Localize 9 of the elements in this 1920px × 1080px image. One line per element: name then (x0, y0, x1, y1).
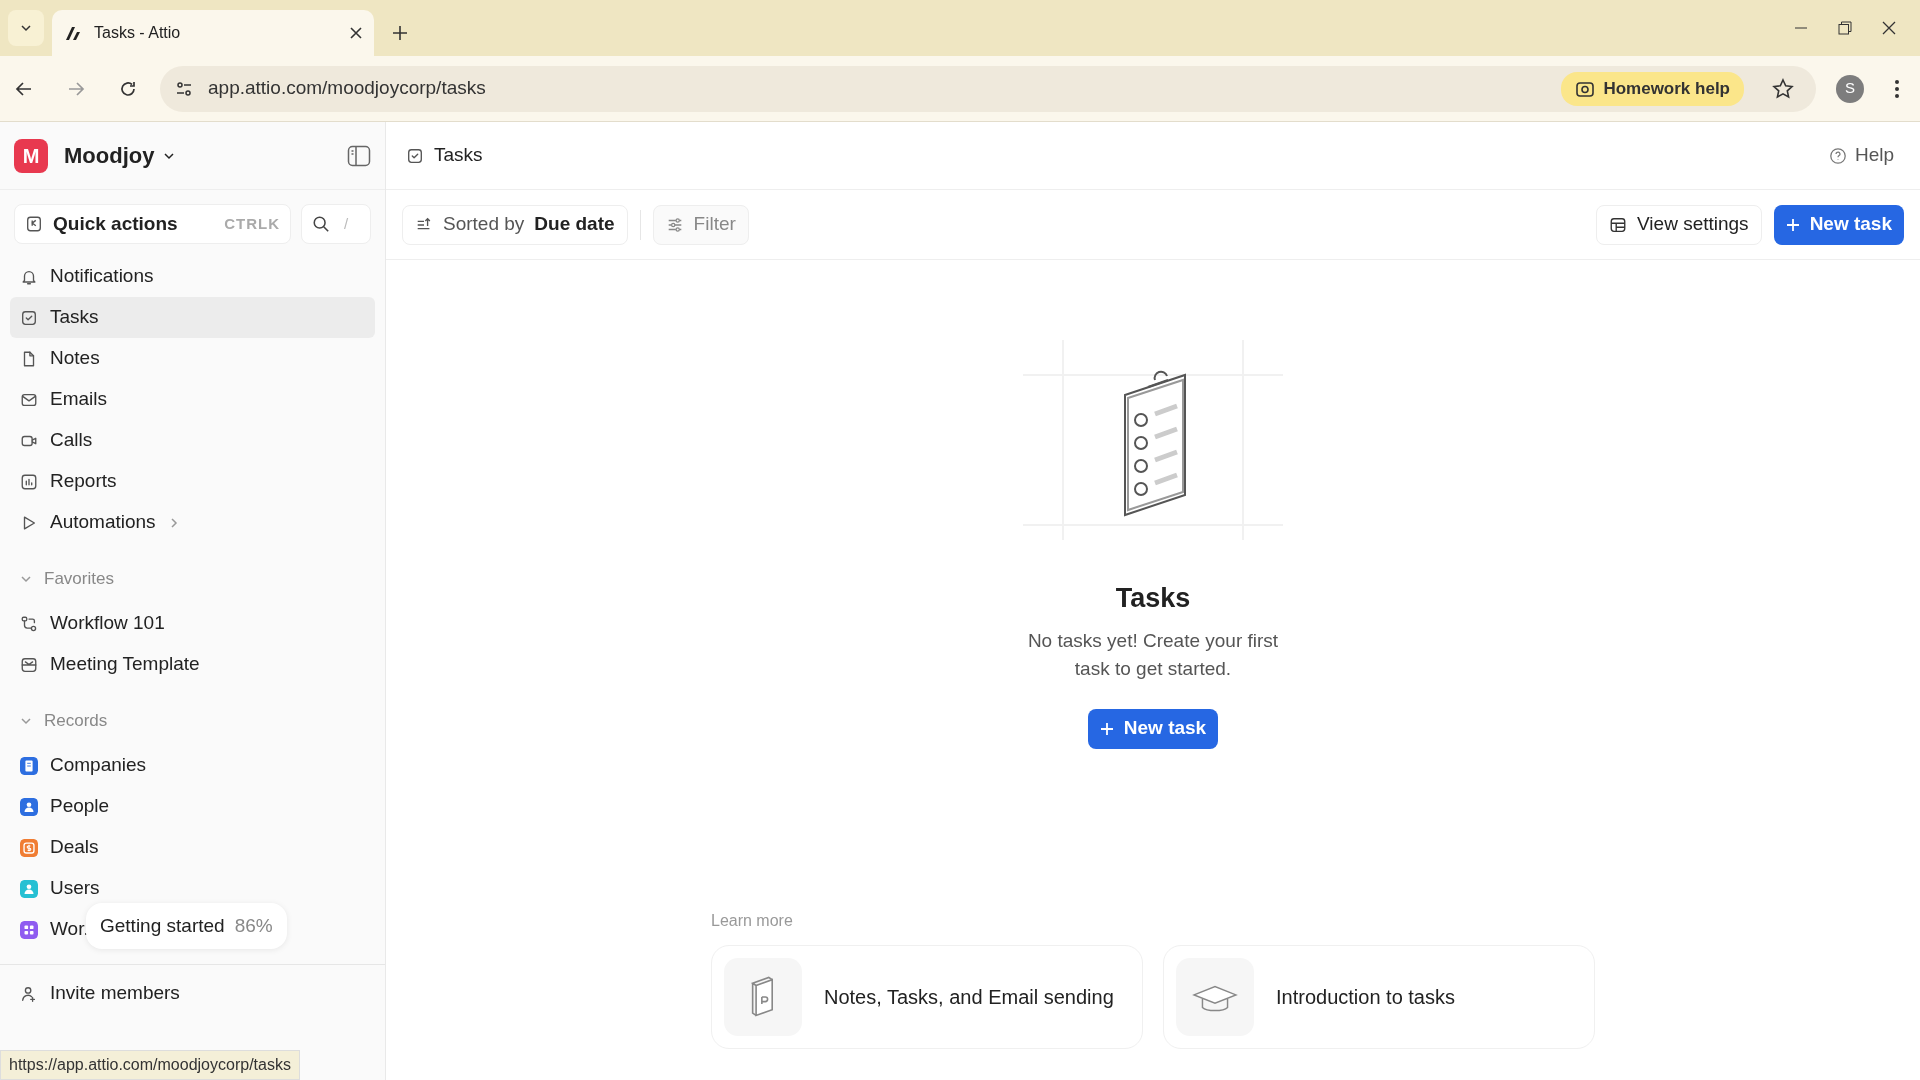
section-label: Learn more (711, 910, 794, 931)
empty-state-message: No tasks yet! Create your first task to get started. (1026, 628, 1280, 681)
tab-title: Tasks - Attio (94, 23, 182, 43)
progress-percent: 86% (234, 913, 273, 938)
workspace-logo: M (14, 138, 48, 173)
popup-label: Getting started (100, 913, 225, 938)
status-url: https://app.attio.com/moodjoycorp/tasks (0, 1050, 300, 1080)
empty-state-title: Tasks (1115, 582, 1191, 615)
page-title: Tasks (434, 143, 483, 168)
